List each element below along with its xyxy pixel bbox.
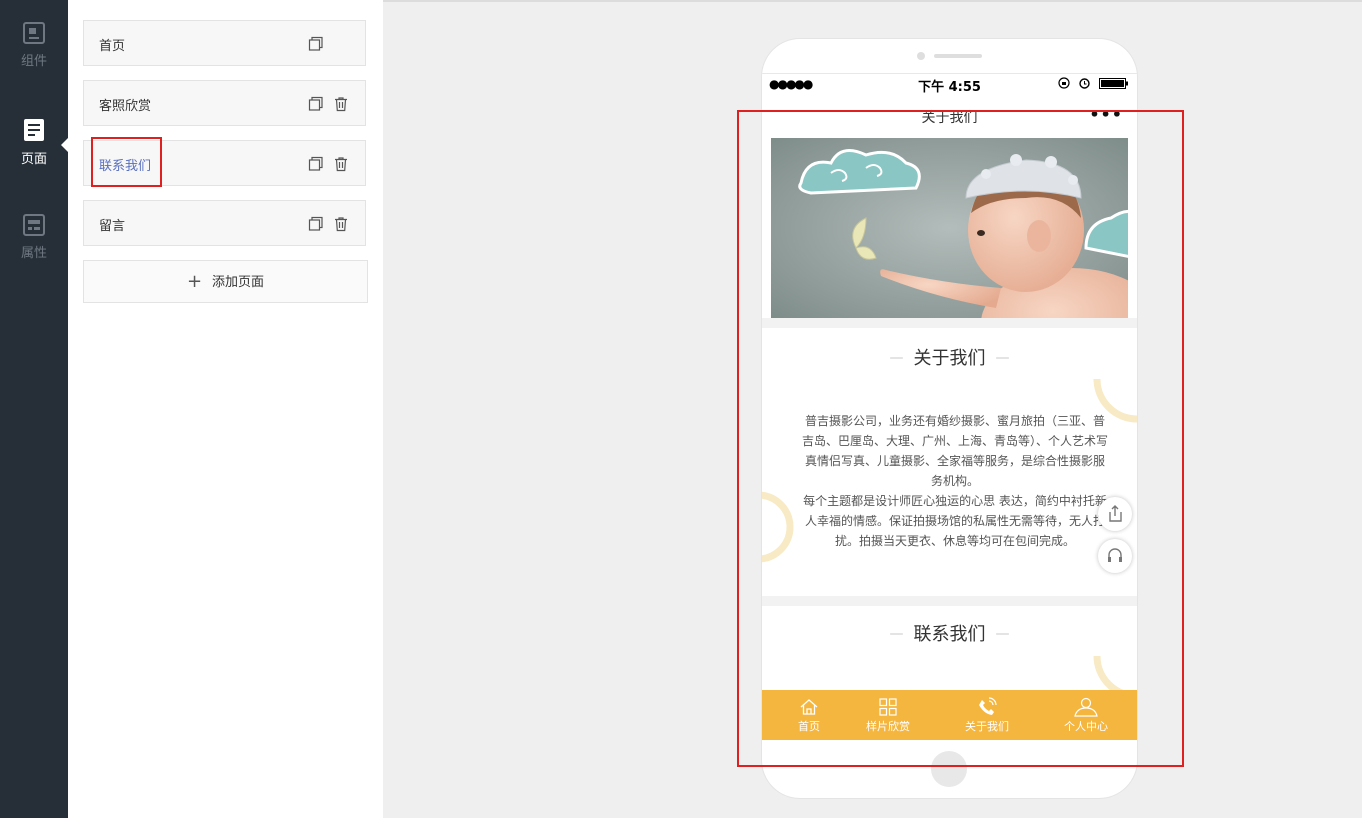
left-rail: 组件 页面 属性 [0,0,68,818]
page-item-label: 首页 [99,39,126,54]
copy-icon[interactable] [308,156,324,172]
rail-item-properties[interactable]: 属性 [0,214,68,261]
page-icon [24,119,44,141]
status-icons [1058,77,1129,92]
add-page-label: 添加页面 [212,275,265,290]
alarm-icon [1079,78,1090,89]
copy-icon[interactable] [308,216,324,232]
status-bar: ●●●●● 下午 4:55 [762,73,1137,96]
trash-icon[interactable] [333,156,349,172]
page-item-home[interactable]: 首页 [83,20,366,66]
preview-selection-box [737,110,1184,767]
lock-rotation-icon [1058,77,1070,89]
page-item-gallery[interactable]: 客照欣赏 [83,80,366,126]
page-item-label: 客照欣赏 [99,99,152,114]
rail-label: 页面 [20,152,47,167]
page-item-message[interactable]: 留言 [83,200,366,246]
component-icon [23,22,45,44]
trash-icon[interactable] [333,96,349,112]
copy-icon[interactable] [308,36,324,52]
camera-dot [917,52,925,60]
rail-item-pages[interactable]: 页面 [0,118,68,167]
speaker-slot [934,54,982,58]
page-list-panel: 首页 客照欣赏 联系我们 留言 + 添加页面 [68,0,383,818]
page-item-label: 留言 [99,219,126,234]
plus-icon: + [186,271,203,292]
rail-label: 属性 [20,246,47,261]
rail-label: 组件 [20,54,47,69]
rail-active-pointer [61,138,68,152]
property-icon [23,214,45,236]
copy-icon[interactable] [308,96,324,112]
add-page-button[interactable]: + 添加页面 [83,260,368,303]
battery-icon [1099,78,1128,89]
trash-icon[interactable] [333,216,349,232]
top-divider [383,0,1362,2]
active-page-highlight [91,137,162,187]
rail-item-components[interactable]: 组件 [0,22,68,69]
